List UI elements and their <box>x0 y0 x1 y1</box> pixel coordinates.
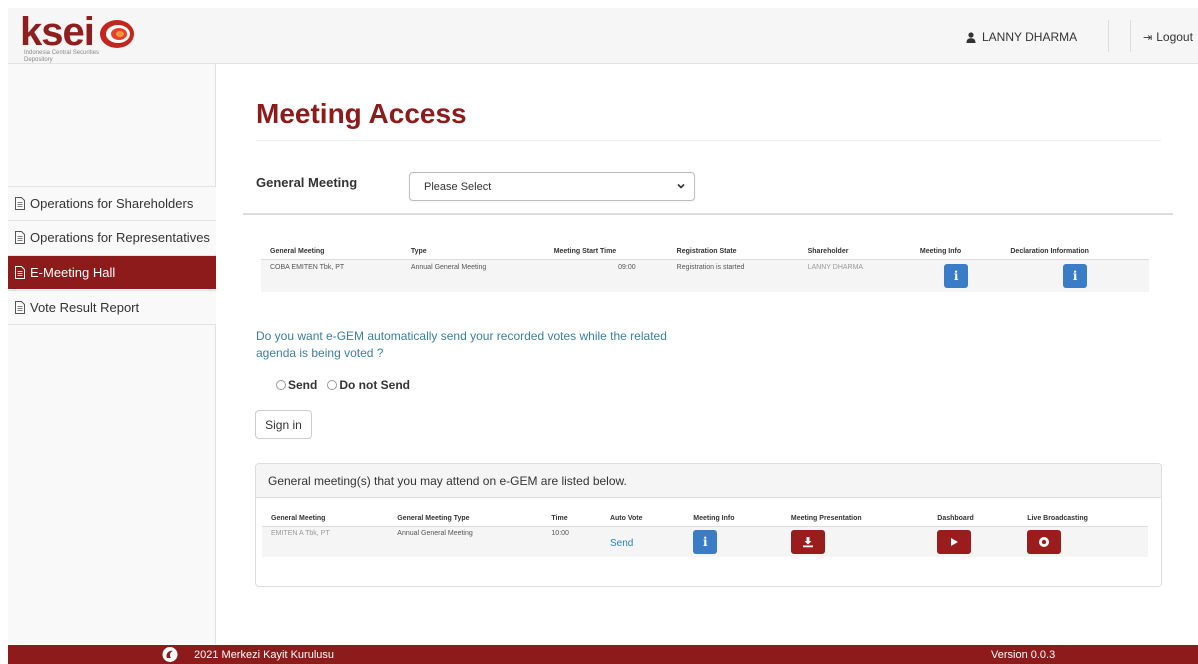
document-icon <box>15 197 25 210</box>
auto-send-options: Send Do not Send <box>276 378 420 392</box>
logout-button[interactable]: ⇥ Logout <box>1143 24 1193 50</box>
cell-type: Annual General Meeting <box>388 526 543 557</box>
mkk-logo-icon <box>162 647 178 662</box>
logo-tagline: Indonesia Central Securities Depository <box>24 50 100 63</box>
user-name: LANNY DHARMA <box>982 30 1078 44</box>
sidebar-item-label: Operations for Shareholders <box>30 196 194 211</box>
record-icon <box>1039 536 1050 547</box>
radio-circle[interactable] <box>327 380 338 390</box>
sidebar-item-operations-representatives[interactable]: Operations for Representatives <box>8 220 216 254</box>
meeting-info-button[interactable]: i <box>693 529 718 554</box>
footer-version: Version 0.0.3 <box>991 649 1056 661</box>
column-header: Shareholder <box>798 245 911 260</box>
sidebar: Operations for Shareholders Operations f… <box>8 64 216 644</box>
column-header: Meeting Presentation <box>781 512 929 527</box>
column-header: General Meeting Type <box>388 512 543 527</box>
column-header: Meeting Info <box>910 245 1002 260</box>
sidebar-item-e-meeting-hall[interactable]: E-Meeting Hall <box>8 255 216 289</box>
logout-icon: ⇥ <box>1143 31 1153 44</box>
radio-send[interactable]: Send <box>276 378 317 392</box>
live-broadcast-button[interactable] <box>1027 529 1062 554</box>
sidebar-item-label: Operations for Representatives <box>30 230 210 245</box>
attendable-meetings-panel: General meeting(s) that you may attend o… <box>255 463 1162 587</box>
info-icon: i <box>1072 268 1078 283</box>
table-header-row: General Meeting General Meeting Type Tim… <box>262 512 1148 527</box>
cell-live-broadcasting <box>1018 526 1148 557</box>
radio-circle[interactable] <box>276 380 286 390</box>
logo-swirl-icon <box>99 20 134 48</box>
cell-meeting-info: i <box>910 259 1002 292</box>
cell-meeting-presentation <box>781 526 929 557</box>
cell-auto-vote: Send <box>600 526 685 557</box>
info-icon: i <box>953 268 959 283</box>
column-header: General Meeting <box>261 245 402 260</box>
info-icon: i <box>703 534 708 549</box>
cell-meeting-info: i <box>684 526 782 557</box>
user-icon <box>966 31 976 43</box>
cell-start-time: 09:00 <box>544 259 668 292</box>
column-header: Auto Vote <box>600 512 685 527</box>
general-meeting-label: General Meeting <box>256 175 358 190</box>
cell-general-meeting: EMITEN A Tbk, PT <box>262 526 389 557</box>
header-divider <box>1130 20 1131 52</box>
column-header: Type <box>401 245 545 260</box>
auto-vote-send-link[interactable]: Send <box>610 538 633 549</box>
general-meeting-select[interactable]: Please Select <box>409 172 695 201</box>
sidebar-item-operations-shareholders[interactable]: Operations for Shareholders <box>8 186 216 220</box>
panel-heading: General meeting(s) that you may attend o… <box>256 464 1161 498</box>
radio-send-label: Send <box>288 378 318 392</box>
ksei-logo[interactable]: ksei Indonesia Central Securities Deposi… <box>20 10 136 63</box>
cell-type: Annual General Meeting <box>401 259 545 292</box>
meeting-info-button[interactable]: i <box>944 263 969 288</box>
cell-time: 10:00 <box>542 526 601 557</box>
title-divider <box>256 140 1161 141</box>
footer-copyright: 2021 Merkezi Kayit Kurulusu <box>194 649 335 661</box>
column-header: Live Broadcasting <box>1018 512 1148 527</box>
header-divider <box>1108 20 1109 52</box>
play-icon <box>951 537 959 546</box>
sidebar-item-label: Vote Result Report <box>30 300 140 315</box>
logo-wordmark: ksei <box>20 10 95 54</box>
download-presentation-button[interactable] <box>790 529 825 554</box>
sign-in-button[interactable]: Sign in <box>255 410 312 439</box>
column-header: Meeting Start Time <box>544 245 668 260</box>
user-menu[interactable]: LANNY DHARMA <box>966 24 1077 50</box>
declaration-info-button[interactable]: i <box>1063 263 1088 288</box>
dashboard-button[interactable] <box>937 529 972 554</box>
document-icon <box>15 266 25 279</box>
column-header: Time <box>542 512 601 527</box>
column-header: Declaration Information <box>1001 245 1149 260</box>
document-icon <box>15 301 25 314</box>
select-value: Please Select <box>424 180 492 193</box>
document-icon <box>15 231 25 244</box>
radio-do-not-send-label: Do not Send <box>339 378 411 392</box>
auto-send-question: Do you want e-GEM automatically send you… <box>256 329 667 360</box>
column-header: Dashboard <box>928 512 1019 527</box>
column-header: General Meeting <box>262 512 389 527</box>
table-row: EMITEN A Tbk, PT Annual General Meeting … <box>262 526 1148 557</box>
cell-dashboard <box>928 526 1019 557</box>
sidebar-item-vote-result-report[interactable]: Vote Result Report <box>8 290 216 324</box>
cell-declaration-info: i <box>1001 259 1149 292</box>
registration-table: General Meeting Type Meeting Start Time … <box>261 245 1149 292</box>
cell-general-meeting: COBA EMITEN Tbk, PT <box>261 259 402 292</box>
table-row: COBA EMITEN Tbk, PT Annual General Meeti… <box>261 259 1149 292</box>
table-header-row: General Meeting Type Meeting Start Time … <box>261 245 1149 260</box>
column-header: Registration State <box>667 245 799 260</box>
logout-label: Logout <box>1156 30 1193 44</box>
top-header: ksei Indonesia Central Securities Deposi… <box>8 8 1198 64</box>
page-title: Meeting Access <box>256 98 467 129</box>
radio-do-not-send[interactable]: Do not Send <box>327 378 410 392</box>
sidebar-item-label: E-Meeting Hall <box>30 265 116 280</box>
sidebar-divider <box>8 324 216 325</box>
attendable-meetings-table: General Meeting General Meeting Type Tim… <box>262 512 1148 557</box>
column-header: Meeting Info <box>684 512 782 527</box>
footer: 2021 Merkezi Kayit Kurulusu Version 0.0.… <box>8 645 1198 664</box>
download-icon <box>802 536 813 547</box>
chevron-down-icon <box>677 183 685 189</box>
section-divider <box>243 213 1173 215</box>
cell-shareholder: LANNY DHARMA <box>798 259 911 292</box>
cell-registration-state: Registration is started <box>667 259 799 292</box>
